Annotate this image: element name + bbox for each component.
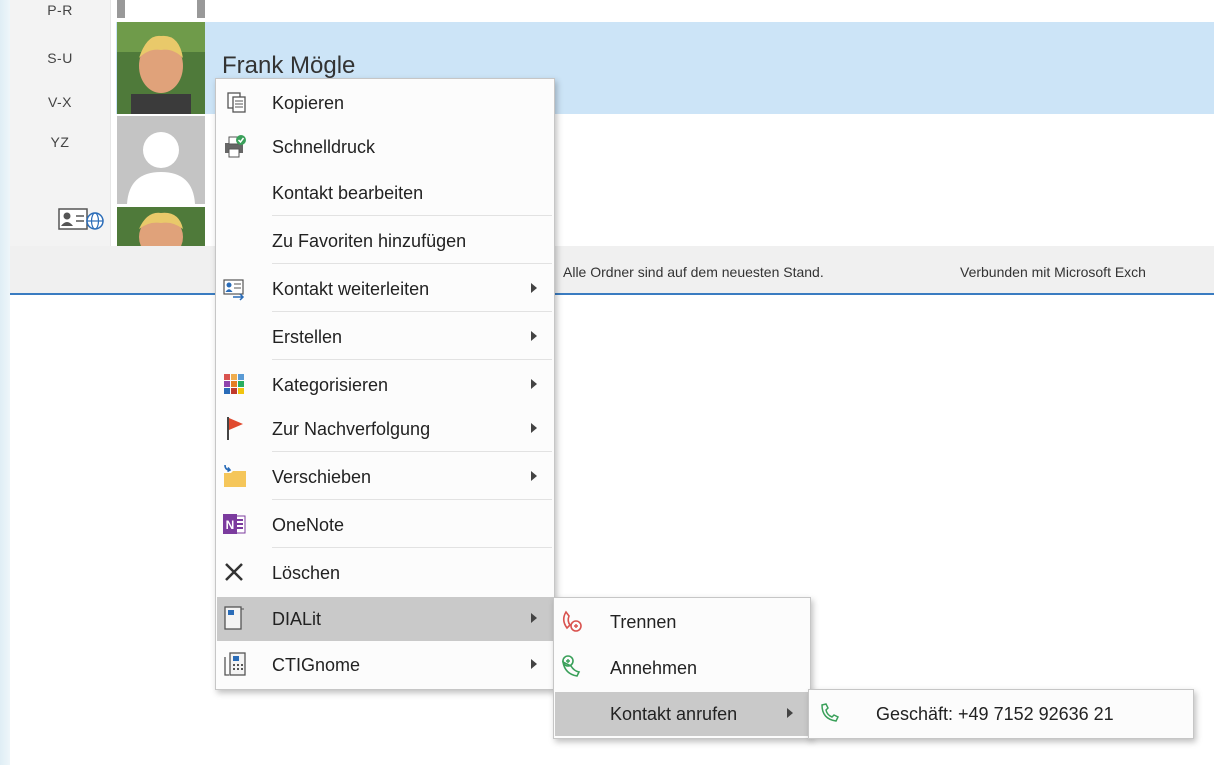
- submenu-item-business-phone[interactable]: Geschäft: +49 7152 92636 21: [810, 692, 1192, 736]
- contact-photo: [117, 22, 205, 114]
- menu-item-label: CTIGnome: [272, 655, 361, 675]
- window-edge: [0, 0, 10, 765]
- contact-photo-partial: [117, 207, 205, 246]
- index-yz[interactable]: YZ: [10, 134, 110, 150]
- menu-item-label: Kontakt bearbeiten: [272, 183, 424, 203]
- submenu-item-label: Annehmen: [610, 658, 698, 678]
- status-bar: Alle Ordner sind auf dem neuesten Stand.…: [10, 246, 1214, 295]
- menu-item-schnelldruck[interactable]: Schnelldruck: [217, 125, 553, 169]
- submenu-arrow-icon: [531, 659, 537, 669]
- status-connection: Verbunden mit Microsoft Exch: [960, 264, 1146, 280]
- ctignome-icon: [219, 649, 249, 679]
- menu-item-loeschen[interactable]: Löschen: [217, 551, 553, 595]
- menu-item-label: Zu Favoriten hinzufügen: [272, 231, 467, 251]
- quick-print-icon: [219, 131, 249, 161]
- submenu-item-label: Geschäft: +49 7152 92636 21: [876, 704, 1114, 724]
- phone-icon: [814, 698, 844, 728]
- submenu-arrow-icon: [531, 471, 537, 481]
- onenote-icon: N: [219, 509, 249, 539]
- menu-separator: [272, 499, 552, 500]
- menu-item-label: Erstellen: [272, 327, 343, 347]
- submenu-arrow-icon: [531, 379, 537, 389]
- menu-separator: [272, 215, 552, 216]
- delete-icon: [219, 557, 249, 587]
- contact-photo-top: [117, 0, 205, 18]
- submenu-arrow-icon: [531, 331, 537, 341]
- menu-separator: [272, 359, 552, 360]
- menu-separator: [272, 311, 552, 312]
- alphabet-index: P-R S-U V-X YZ: [10, 0, 111, 246]
- submenu-item-annehmen[interactable]: Annehmen: [555, 646, 809, 690]
- answer-call-icon: [557, 652, 587, 682]
- call-submenu: Geschäft: +49 7152 92636 21: [808, 689, 1194, 739]
- contact-card-globe-icon[interactable]: [58, 207, 104, 231]
- dialit-submenu: Trennen Annehmen Kontakt anrufen: [553, 597, 811, 739]
- menu-item-nachverfolgung[interactable]: Zur Nachverfolgung: [217, 407, 553, 451]
- menu-item-label: Löschen: [272, 563, 341, 583]
- contact-name: Frank Mögle: [222, 52, 356, 79]
- submenu-item-kontakt-anrufen[interactable]: Kontakt anrufen: [555, 692, 809, 736]
- categorize-icon: [219, 369, 249, 399]
- menu-separator: [272, 547, 552, 548]
- menu-item-label: Kopieren: [272, 93, 345, 113]
- flag-icon: [219, 413, 249, 443]
- move-folder-icon: [219, 461, 249, 491]
- menu-item-label: Schnelldruck: [272, 137, 376, 157]
- menu-item-label: Verschieben: [272, 467, 372, 487]
- menu-separator: [272, 263, 552, 264]
- menu-item-label: DIALit: [272, 609, 322, 629]
- context-menu: Kopieren Schnelldruck Kontakt bearbeiten…: [215, 78, 555, 690]
- submenu-item-label: Kontakt anrufen: [610, 704, 738, 724]
- svg-text:N: N: [226, 518, 235, 532]
- copy-icon: [219, 87, 249, 117]
- menu-item-label: OneNote: [272, 515, 345, 535]
- menu-item-label: Kategorisieren: [272, 375, 389, 395]
- submenu-arrow-icon: [531, 283, 537, 293]
- menu-item-verschieben[interactable]: Verschieben: [217, 455, 553, 499]
- menu-item-kontakt-weiterleiten[interactable]: Kontakt weiterleiten: [217, 267, 553, 311]
- menu-item-erstellen[interactable]: Erstellen: [217, 315, 553, 359]
- forward-contact-icon: [219, 273, 249, 303]
- index-s-u[interactable]: S-U: [10, 50, 110, 66]
- menu-separator: [272, 451, 552, 452]
- index-v-x[interactable]: V-X: [10, 94, 110, 110]
- status-folders: Alle Ordner sind auf dem neuesten Stand.: [563, 264, 824, 280]
- contact-photo-placeholder: [117, 116, 205, 204]
- submenu-item-label: Trennen: [610, 612, 677, 632]
- menu-item-ctignome[interactable]: CTIGnome: [217, 643, 553, 687]
- submenu-item-trennen[interactable]: Trennen: [555, 600, 809, 644]
- submenu-arrow-icon: [787, 708, 793, 718]
- hangup-icon: [557, 606, 587, 636]
- menu-item-dialit[interactable]: DIALit: [217, 597, 553, 641]
- submenu-arrow-icon: [531, 423, 537, 433]
- dialit-icon: [219, 603, 249, 633]
- submenu-arrow-icon: [531, 613, 537, 623]
- menu-item-favoriten[interactable]: Zu Favoriten hinzufügen: [217, 219, 553, 263]
- menu-item-label: Zur Nachverfolgung: [272, 419, 431, 439]
- menu-item-onenote[interactable]: N OneNote: [217, 503, 553, 547]
- menu-item-label: Kontakt weiterleiten: [272, 279, 430, 299]
- index-p-r[interactable]: P-R: [10, 2, 110, 18]
- menu-item-kategorisieren[interactable]: Kategorisieren: [217, 363, 553, 407]
- menu-item-kontakt-bearbeiten[interactable]: Kontakt bearbeiten: [217, 171, 553, 215]
- menu-item-kopieren[interactable]: Kopieren: [217, 81, 553, 125]
